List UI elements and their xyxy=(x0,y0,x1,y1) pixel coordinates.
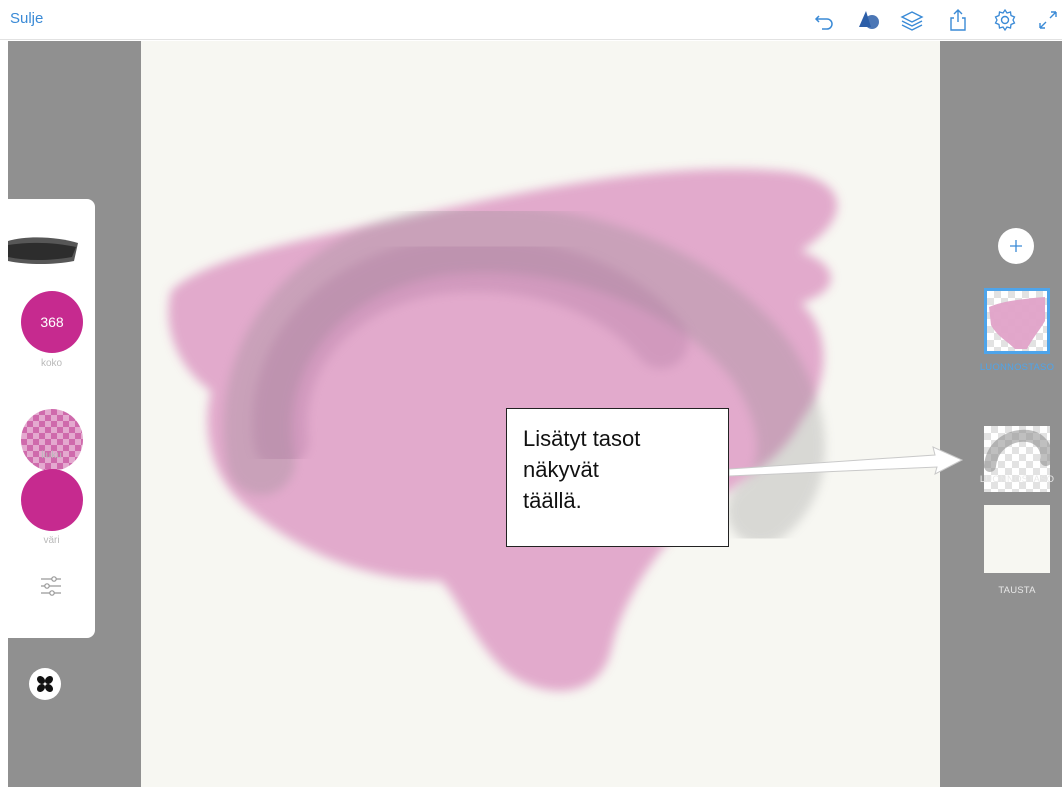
layers-icon[interactable] xyxy=(900,8,924,32)
callout-box: Lisätyt tasot näkyvät täällä. xyxy=(506,408,729,547)
color-control[interactable] xyxy=(21,469,83,531)
expand-icon[interactable] xyxy=(1036,8,1060,32)
callout-line-3: täällä. xyxy=(523,488,582,513)
top-toolbar: Sulje xyxy=(0,0,1062,40)
brush-selector-button[interactable] xyxy=(29,668,61,700)
brush-panel: 368 koko liuku väri xyxy=(8,199,95,638)
layer-thumb-3[interactable] xyxy=(984,505,1050,573)
flow-label: liuku xyxy=(41,450,62,461)
size-control[interactable]: 368 xyxy=(21,291,83,353)
layer-label-1: LUONNOSTASO xyxy=(979,362,1055,373)
undo-icon[interactable] xyxy=(812,8,836,32)
fan-icon xyxy=(36,675,54,693)
brush-settings-icon[interactable] xyxy=(39,574,63,598)
layer-1-preview xyxy=(989,297,1045,349)
close-button[interactable]: Sulje xyxy=(10,10,43,27)
size-value: 368 xyxy=(40,314,64,330)
add-layer-button[interactable] xyxy=(998,228,1034,264)
callout-line-1: Lisätyt tasot xyxy=(523,426,641,451)
layer-label-2: LUONNOSTASO xyxy=(979,474,1055,485)
layer-label-3: TAUSTA xyxy=(998,585,1036,596)
callout-arrow xyxy=(729,446,964,477)
brush-preview[interactable] xyxy=(8,231,78,273)
shape-icon[interactable] xyxy=(857,8,881,32)
gear-icon[interactable] xyxy=(993,8,1017,32)
share-icon[interactable] xyxy=(946,8,970,32)
size-label: koko xyxy=(40,358,63,369)
flow-control[interactable] xyxy=(21,409,83,471)
callout-line-2: näkyvät xyxy=(523,457,599,482)
plus-icon xyxy=(1010,240,1022,252)
layer-thumb-1[interactable] xyxy=(984,288,1050,354)
color-label: väri xyxy=(43,535,60,546)
